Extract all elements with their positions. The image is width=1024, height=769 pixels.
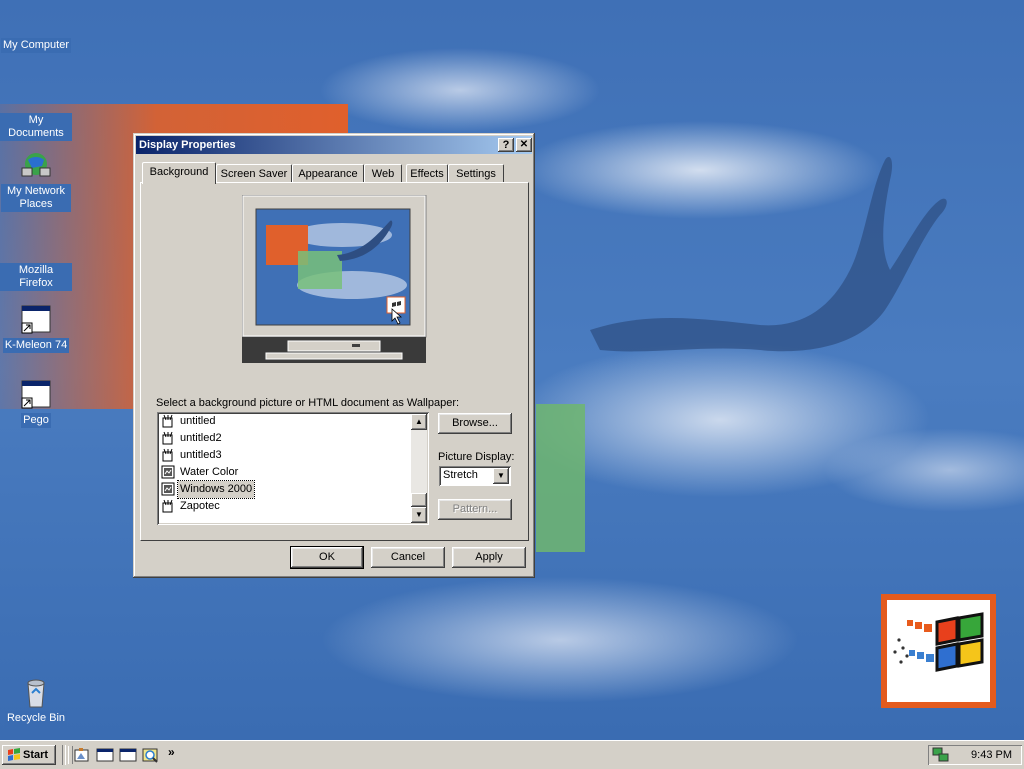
taskbar-separator: [62, 745, 66, 765]
help-button[interactable]: ?: [498, 138, 514, 152]
taskbar: Start » 9:43 PM: [0, 740, 1024, 769]
scroll-thumb[interactable]: [411, 493, 427, 507]
quicklaunch-more-icon[interactable]: »: [168, 745, 175, 759]
start-button[interactable]: Start: [2, 745, 56, 765]
tab-background[interactable]: Background: [142, 162, 216, 184]
desktop-icon-label: Mozilla Firefox: [0, 263, 72, 291]
wallpaper-swimmer-silhouette: [590, 156, 947, 352]
list-item-label: Windows 2000: [176, 480, 256, 499]
desktop-icon-label: K-Meleon 74: [2, 338, 70, 353]
desktop-icon-label: My Computer: [0, 38, 72, 53]
scroll-down-button[interactable]: ▼: [411, 507, 427, 523]
picture-display-select[interactable]: Stretch ▼: [439, 466, 511, 486]
window-icon[interactable]: [119, 747, 137, 763]
picture-display-value: Stretch: [443, 469, 478, 481]
windows-flag-icon: [8, 748, 20, 761]
list-item-label: untitled2: [180, 432, 222, 444]
list-item-selected[interactable]: Windows 2000: [161, 480, 401, 499]
image-icon: [161, 482, 175, 496]
desktop-icon-recycle-bin[interactable]: Recycle Bin: [0, 677, 72, 726]
wallpaper-green-block: [536, 404, 585, 552]
list-item-label: Water Color: [180, 466, 239, 478]
tab-appearance[interactable]: Appearance: [292, 164, 364, 183]
dialog-titlebar[interactable]: Display Properties ? ✕: [136, 136, 532, 154]
list-scrollbar[interactable]: ▲ ▼: [411, 414, 427, 523]
list-item[interactable]: untitled: [161, 413, 401, 430]
windows-flag-icon: [893, 612, 984, 672]
help-icon: ?: [502, 139, 510, 151]
tab-screen-saver[interactable]: Screen Saver: [216, 164, 292, 183]
desktop-icon-my-network-places[interactable]: My Network Places: [0, 150, 72, 212]
paint-icon: [162, 431, 173, 445]
network-tray-icon[interactable]: [932, 747, 950, 763]
windows-logo-tile: [881, 594, 996, 708]
explorer-search-icon[interactable]: [142, 747, 160, 763]
chevron-down-icon[interactable]: ▼: [493, 468, 509, 484]
paint-icon: [162, 499, 173, 513]
list-item-label: Zapotec: [180, 500, 220, 512]
list-item[interactable]: untitled3: [161, 447, 401, 464]
display-properties-dialog: Display Properties ? ✕ Background Screen…: [133, 133, 535, 578]
desktop-icon-k-meleon[interactable]: K-Meleon 74: [0, 304, 72, 353]
network-places-icon: [21, 153, 51, 177]
list-item[interactable]: Zapotec: [161, 498, 401, 515]
desktop-icon-mozilla-firefox[interactable]: Mozilla Firefox: [0, 263, 72, 291]
desktop-icon-pego[interactable]: Pego: [0, 379, 72, 428]
dialog-title: Display Properties: [139, 139, 236, 151]
desktop-icon-label: Recycle Bin: [4, 711, 68, 726]
background-tab-panel: Select a background picture or HTML docu…: [140, 182, 529, 541]
desktop-icon-my-computer[interactable]: My Computer: [0, 38, 72, 53]
window-icon[interactable]: [96, 747, 114, 763]
wallpaper-prompt: Select a background picture or HTML docu…: [156, 397, 460, 409]
tab-web[interactable]: Web: [364, 164, 402, 183]
list-item[interactable]: Water Color: [161, 464, 401, 481]
ok-button[interactable]: OK: [290, 546, 364, 569]
desktop-icon-label: My Network Places: [1, 184, 71, 212]
tab-effects[interactable]: Effects: [406, 164, 448, 183]
picture-display-label: Picture Display:: [438, 451, 515, 463]
recycle-bin-icon: [27, 679, 45, 708]
close-button[interactable]: ✕: [516, 138, 532, 152]
paint-icon: [162, 448, 173, 462]
desktop-icon-label: My Documents: [0, 113, 72, 141]
apply-button[interactable]: Apply: [452, 547, 526, 568]
image-icon: [161, 465, 175, 479]
close-icon: ✕: [519, 139, 529, 150]
window-shortcut-icon: [21, 380, 51, 409]
list-item[interactable]: untitled2: [161, 430, 401, 447]
show-desktop-icon[interactable]: [73, 747, 91, 763]
wallpaper-listbox[interactable]: untitled untitled2 untitled3 Water Color…: [157, 412, 429, 525]
clock[interactable]: 9:43 PM: [971, 749, 1012, 761]
desktop-icon-label: Pego: [21, 413, 51, 428]
list-item-label: untitled: [180, 415, 216, 427]
pattern-button: Pattern...: [438, 499, 512, 520]
window-shortcut-icon: [21, 305, 51, 334]
browse-button[interactable]: Browse...: [438, 413, 512, 434]
scroll-up-button[interactable]: ▲: [411, 414, 427, 430]
paint-icon: [162, 414, 173, 428]
cancel-button[interactable]: Cancel: [371, 547, 445, 568]
start-label: Start: [23, 749, 49, 761]
system-tray: 9:43 PM: [928, 745, 1022, 765]
list-item-label: untitled3: [180, 449, 222, 461]
monitor-preview: [242, 195, 427, 363]
desktop-icon-my-documents[interactable]: My Documents: [0, 113, 72, 141]
tab-settings[interactable]: Settings: [448, 164, 504, 183]
